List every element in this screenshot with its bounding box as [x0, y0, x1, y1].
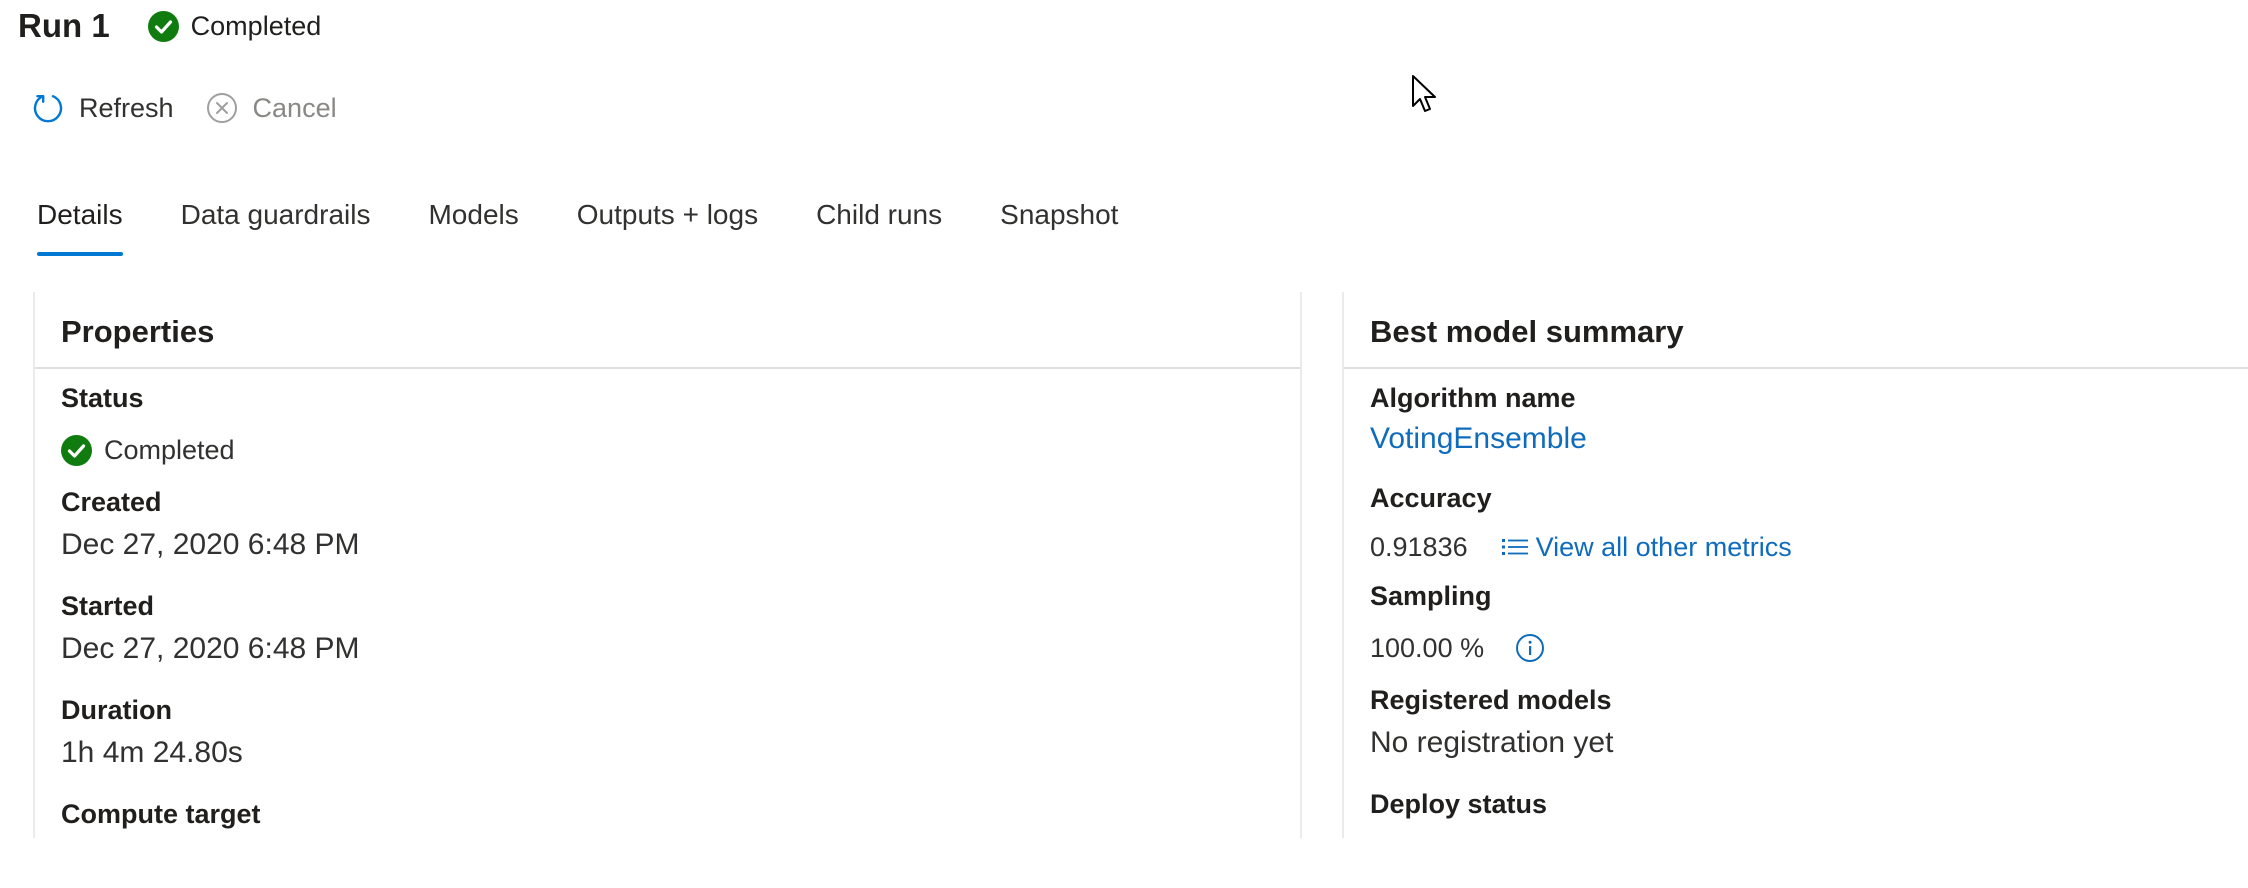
toolbar: Refresh Cancel	[30, 88, 367, 128]
list-icon	[1500, 532, 1530, 562]
tab-snapshot[interactable]: Snapshot	[1000, 192, 1118, 258]
best-model-panel: Best model summary Algorithm name Voting…	[1342, 292, 2248, 838]
status-property: Status Completed	[61, 379, 1300, 483]
created-value: Dec 27, 2020 6:48 PM	[61, 528, 360, 561]
refresh-label: Refresh	[79, 92, 174, 123]
properties-title: Properties	[35, 292, 1300, 369]
best-model-body: Algorithm name VotingEnsemble Accuracy 0…	[1344, 369, 2248, 823]
compute-target-property: Compute target	[61, 795, 1300, 833]
accuracy-value: 0.91836	[1370, 531, 1468, 562]
sampling-row: 100.00 %	[1370, 615, 2248, 681]
started-property: Started Dec 27, 2020 6:48 PM	[61, 587, 1300, 691]
mouse-cursor-icon	[1410, 74, 1442, 118]
properties-body: Status Completed Created Dec 27, 2020 6:…	[35, 369, 1300, 833]
accuracy-property: Accuracy 0.91836 View all other metrics	[1370, 479, 2248, 577]
compute-target-label: Compute target	[61, 799, 261, 829]
registered-models-value: No registration yet	[1370, 726, 1614, 759]
view-metrics-label: View all other metrics	[1535, 531, 1792, 562]
view-metrics-link[interactable]: View all other metrics	[1500, 532, 1792, 563]
accuracy-label: Accuracy	[1370, 483, 1492, 513]
tab-data-guardrails[interactable]: Data guardrails	[181, 192, 371, 258]
tab-models[interactable]: Models	[428, 192, 518, 258]
deploy-status-label: Deploy status	[1370, 789, 1548, 819]
status-value-row: Completed	[61, 417, 1300, 483]
refresh-button[interactable]: Refresh	[30, 90, 174, 126]
sampling-label: Sampling	[1370, 581, 1492, 611]
registered-models-property: Registered models No registration yet	[1370, 681, 2248, 785]
check-circle-icon	[147, 10, 179, 42]
status-value: Completed	[104, 434, 235, 465]
status-label: Status	[61, 383, 144, 413]
deploy-status-property: Deploy status	[1370, 785, 2248, 823]
algorithm-property: Algorithm name VotingEnsemble	[1370, 379, 2248, 479]
cancel-circle-icon	[204, 90, 240, 126]
cancel-label: Cancel	[252, 92, 337, 123]
accuracy-row: 0.91836 View all other metrics	[1370, 517, 2248, 577]
tab-details[interactable]: Details	[37, 192, 123, 258]
tab-bar: Details Data guardrails Models Outputs +…	[37, 192, 1176, 258]
sampling-property: Sampling 100.00 %	[1370, 577, 2248, 681]
duration-value: 1h 4m 24.80s	[61, 736, 243, 769]
algorithm-value-row: VotingEnsemble	[1370, 417, 2248, 479]
algorithm-label: Algorithm name	[1370, 383, 1576, 413]
info-icon[interactable]	[1514, 632, 1546, 664]
sampling-value: 100.00 %	[1370, 632, 1485, 663]
best-model-title: Best model summary	[1344, 292, 2248, 369]
started-value: Dec 27, 2020 6:48 PM	[61, 632, 360, 665]
run-header: Run 1 Completed	[18, 6, 321, 46]
header-status: Completed	[147, 10, 322, 42]
created-property: Created Dec 27, 2020 6:48 PM	[61, 483, 1300, 587]
check-circle-icon	[61, 434, 92, 466]
run-title: Run 1	[18, 7, 110, 44]
duration-property: Duration 1h 4m 24.80s	[61, 691, 1300, 795]
tab-outputs-logs[interactable]: Outputs + logs	[577, 192, 758, 258]
duration-label: Duration	[61, 695, 172, 725]
tab-child-runs[interactable]: Child runs	[816, 192, 942, 258]
run-details-page: Run 1 Completed Refresh Cancel Details D…	[0, 0, 2248, 888]
algorithm-link[interactable]: VotingEnsemble	[1370, 422, 1587, 455]
cancel-button[interactable]: Cancel	[204, 90, 337, 126]
refresh-icon	[30, 90, 66, 126]
header-status-text: Completed	[190, 10, 322, 41]
properties-panel: Properties Status Completed Created Dec …	[33, 292, 1302, 838]
started-label: Started	[61, 591, 155, 621]
created-label: Created	[61, 487, 162, 517]
registered-models-label: Registered models	[1370, 685, 1612, 715]
